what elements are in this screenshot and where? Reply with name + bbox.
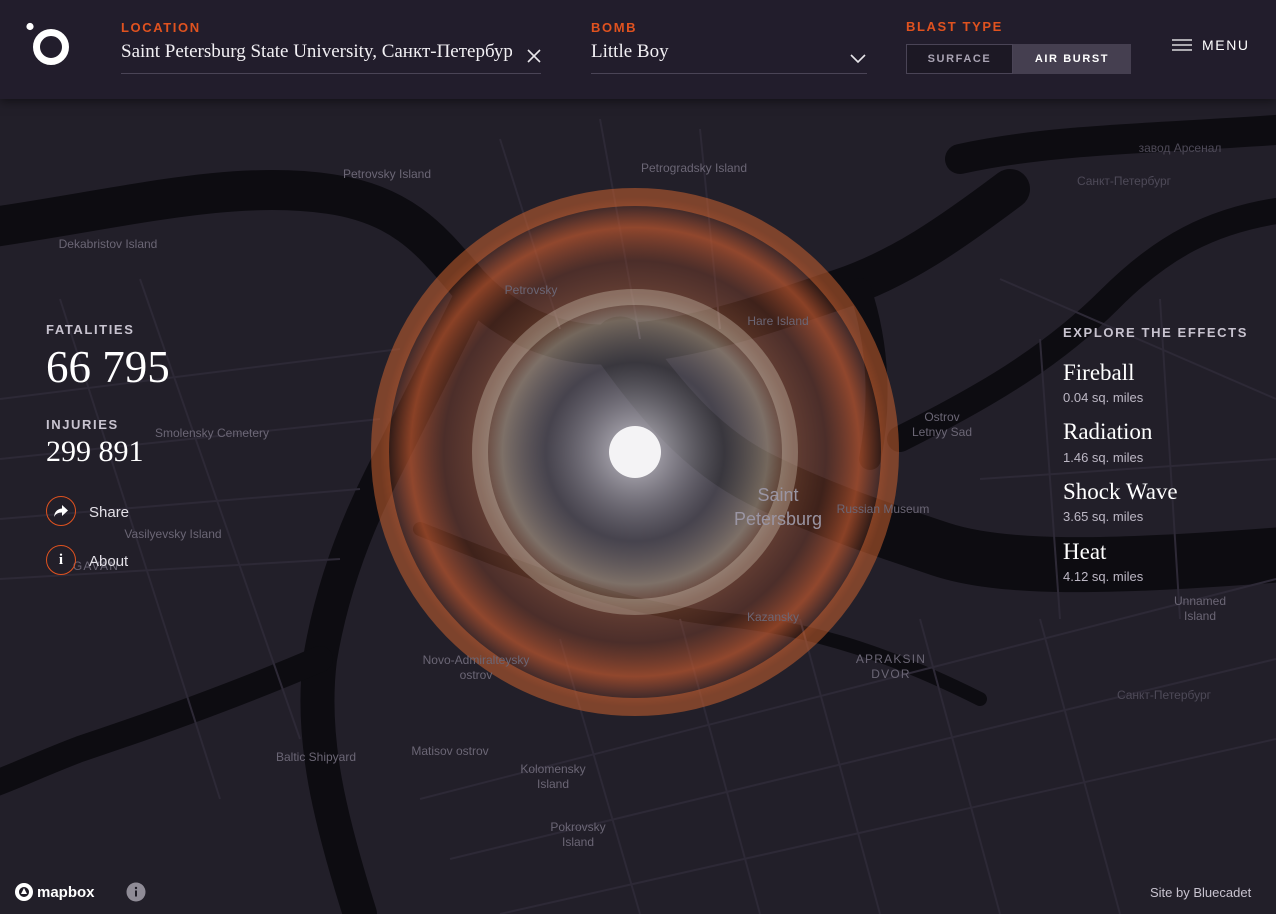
map-canvas — [0, 99, 1276, 914]
map-label: завод Арсенал — [1138, 141, 1222, 155]
effect-heat[interactable]: Heat — [1063, 539, 1106, 565]
map-label: APRAKSIN DVOR — [855, 652, 927, 681]
map-label: Ostrov Letnyy Sad — [911, 410, 973, 439]
clear-location-icon[interactable] — [525, 47, 543, 65]
effect-radiation-area: 1.46 sq. miles — [1063, 450, 1144, 465]
menu-button[interactable]: MENU — [1172, 35, 1250, 55]
about-button[interactable]: i — [46, 545, 76, 575]
map-label: Pokrovsky Island — [550, 820, 606, 849]
map-label: Matisov ostrov — [411, 744, 489, 758]
effect-radiation[interactable]: Radiation — [1063, 419, 1152, 445]
fatalities-value: 66 795 — [46, 342, 170, 392]
map-label: Hare Island — [747, 314, 809, 328]
effect-shock-wave[interactable]: Shock Wave — [1063, 479, 1178, 505]
map-label: Petrovsky Island — [342, 167, 432, 181]
map-label: Russian Museum — [836, 502, 930, 516]
map[interactable]: Petrovsky Island Petrogradsky Island Dek… — [0, 99, 1276, 914]
map-label: Kazansky — [746, 610, 800, 624]
location-input[interactable]: Saint Petersburg State University, Санкт… — [121, 41, 512, 63]
map-label: Unnamed Island — [1173, 594, 1227, 623]
effects-title: EXPLORE THE EFFECTS — [1063, 325, 1248, 340]
air-burst-button[interactable]: AIR BURST — [1013, 44, 1131, 74]
location-underline — [121, 73, 541, 74]
mapbox-logo[interactable]: mapbox — [14, 882, 95, 902]
surface-button[interactable]: SURFACE — [906, 44, 1013, 74]
effect-shock-wave-area: 3.65 sq. miles — [1063, 509, 1144, 524]
chevron-down-icon[interactable] — [849, 52, 867, 64]
map-label: Baltic Shipyard — [275, 750, 357, 764]
location-label: LOCATION — [121, 20, 201, 35]
blast-type-label: BLAST TYPE — [906, 19, 1003, 34]
share-icon — [54, 505, 68, 517]
info-icon[interactable] — [126, 882, 146, 902]
top-bar: LOCATION Saint Petersburg State Universi… — [0, 0, 1276, 99]
fireball-core — [609, 426, 661, 478]
effect-fireball[interactable]: Fireball — [1063, 360, 1135, 386]
map-label: Petrovsky — [504, 283, 558, 297]
fatalities-label: FATALITIES — [46, 322, 135, 337]
map-label: Kolomensky Island — [520, 762, 586, 791]
map-label: Санкт-Петербург — [1076, 174, 1172, 188]
mapbox-label: mapbox — [37, 883, 95, 901]
injuries-value: 299 891 — [46, 435, 144, 468]
site-credit[interactable]: Site by Bluecadet — [1150, 885, 1251, 900]
bomb-label: BOMB — [591, 20, 638, 35]
about-label[interactable]: About — [89, 553, 128, 570]
map-label: Dekabristov Island — [58, 237, 158, 251]
logo-icon[interactable] — [24, 22, 72, 70]
effect-heat-area: 4.12 sq. miles — [1063, 569, 1144, 584]
map-label: Санкт-Петербург — [1116, 688, 1212, 702]
share-label[interactable]: Share — [89, 504, 129, 521]
info-letter-icon: i — [58, 551, 64, 568]
map-label: Petrogradsky Island — [640, 161, 748, 175]
hamburger-icon — [1172, 39, 1192, 51]
bomb-select[interactable]: Little Boy — [591, 41, 831, 63]
city-label: Saint Petersburg — [733, 485, 823, 529]
map-label: Novo-Admiralteysky ostrov — [422, 653, 530, 682]
map-label: Vasilyevsky Island — [124, 527, 222, 541]
share-button[interactable] — [46, 496, 76, 526]
bomb-underline — [591, 73, 867, 74]
mapbox-icon — [15, 883, 33, 901]
map-label: Smolensky Cemetery — [154, 426, 270, 440]
effect-fireball-area: 0.04 sq. miles — [1063, 390, 1144, 405]
blast-type-toggle: SURFACE AIR BURST — [906, 44, 1131, 74]
injuries-label: INJURIES — [46, 417, 119, 432]
menu-label: MENU — [1202, 37, 1250, 53]
